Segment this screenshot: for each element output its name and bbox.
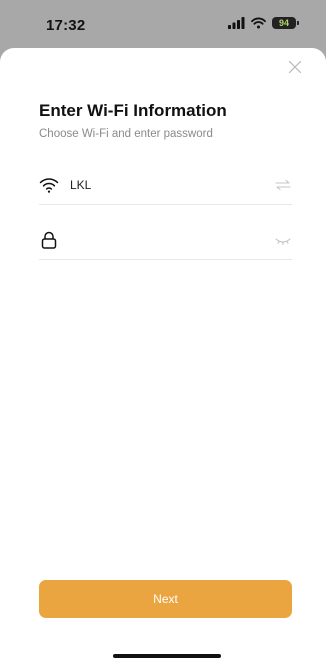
close-icon[interactable] [286,58,304,76]
password-input[interactable] [70,227,260,253]
password-field[interactable] [39,219,292,260]
wifi-network-field[interactable]: LKL [39,164,292,205]
page-title: Enter Wi-Fi Information [39,101,227,120]
wifi-network-name: LKL [70,178,92,192]
lock-icon [39,231,59,249]
cellular-signal-icon [228,17,245,29]
switch-network-icon[interactable] [274,177,292,193]
eye-closed-icon[interactable] [274,232,292,248]
page-subtitle: Choose Wi-Fi and enter password [39,128,213,140]
wifi-icon [251,17,266,29]
status-time: 17:32 [46,17,86,34]
home-indicator [113,654,221,658]
wifi-icon [39,176,59,194]
app-frame: 17:32 94 Enter Wi-Fi Information Choose … [0,0,326,658]
battery-icon: 94 [272,17,299,29]
wifi-info-sheet: Enter Wi-Fi Information Choose Wi-Fi and… [0,48,326,658]
status-icons: 94 [228,17,299,29]
status-bar: 17:32 94 [0,0,326,48]
next-button[interactable]: Next [39,580,292,618]
